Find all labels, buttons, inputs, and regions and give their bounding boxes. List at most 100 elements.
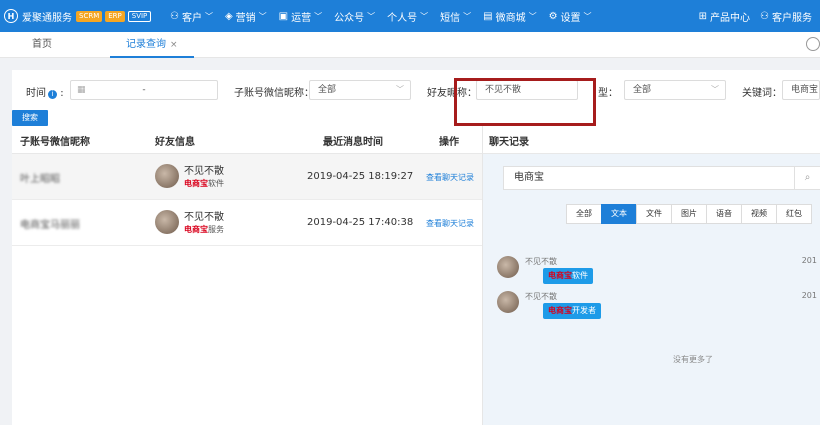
nav-customer-service[interactable]: ⚇ 客户服务 [760, 9, 812, 24]
nav-marketing[interactable]: ◈ 营销 ﹀ [225, 9, 267, 24]
logo-icon: H [4, 9, 18, 23]
tab-video[interactable]: 视频 [741, 204, 777, 224]
account-select[interactable]: 全部 ﹀ [309, 80, 411, 100]
nav-official-account[interactable]: 公众号 ﹀ [334, 9, 375, 24]
chevron-down-icon: ﹀ [396, 85, 404, 94]
select-value: 全部 [633, 85, 652, 95]
tab-file[interactable]: 文件 [636, 204, 672, 224]
main-panel: 时间 i : ▦ - 子账号微信昵称： 全部 ﹀ 好友昵称： 不见不散 型： 全部 ﹀ … [12, 70, 820, 425]
view-chat-link[interactable]: 查看聊天记录 [426, 172, 474, 183]
message-sender: 不见不散 [525, 257, 557, 266]
col-friend-info: 好友信息 [155, 137, 195, 148]
nav-micro-mall[interactable]: ▤ 微商城 ﹀ [483, 9, 536, 24]
nav-label: 运营 [291, 12, 312, 24]
tab-voice[interactable]: 语音 [706, 204, 742, 224]
tab-text[interactable]: 文本 [601, 204, 637, 224]
avatar [155, 164, 179, 188]
message-rest: 开发者 [572, 306, 596, 315]
main-nav: ⚇ 客户 ﹀ ◈ 营销 ﹀ ▣ 运营 ﹀ 公众号 ﹀ 个人号 ﹀ 短信 ﹀ ▤ 微商城 ﹀ ⚙ 设置 ﹀ [170, 9, 604, 24]
friend-name: 不见不散 [184, 166, 224, 177]
chat-title: 聊天记录 [489, 137, 529, 148]
chat-record-panel: 聊天记录 电商宝 ⌕ 全部 文本 文件 图片 语音 视频 红包 不见不散 电商宝… [482, 126, 820, 425]
table-row[interactable]: 叶上昭昭 不见不散 电商宝软件 2019-04-25 18:19:27 查看聊天… [12, 154, 482, 200]
col-action: 操作 [439, 137, 459, 148]
nav-label: 公众号 [334, 12, 365, 24]
friend-remark: 电商宝软件 [184, 178, 224, 189]
svip-badge: SVIP [127, 10, 152, 22]
search-button[interactable]: 搜索 [12, 110, 48, 126]
nav-customer[interactable]: ⚇ 客户 ﹀ [170, 9, 213, 24]
avatar [497, 256, 519, 278]
monitor-icon: ▣ [278, 10, 289, 22]
top-right-nav: ⊞ 产品中心 ⚇ 客户服务 [689, 0, 812, 32]
nav-label: 设置 [560, 12, 581, 24]
tab-record-query[interactable]: 记录查询 × [110, 32, 194, 58]
refresh-icon[interactable] [806, 37, 820, 51]
col-latest-time: 最近消息时间 [323, 137, 383, 148]
keyword-input[interactable]: 电商宝 [782, 80, 820, 100]
type-filter-label: 型： [598, 88, 618, 99]
chevron-down-icon: ﹀ [583, 11, 592, 21]
time-filter-label: 时间 i : [26, 84, 64, 99]
nav-personal-account[interactable]: 个人号 ﹀ [387, 9, 428, 24]
brand-logo[interactable]: H 爱聚通服务 SCRM ERP SVIP [0, 9, 170, 24]
table-row[interactable]: 电商宝马丽丽 不见不散 电商宝服务 2019-04-25 17:40:38 查看… [12, 200, 482, 246]
brand-name: 爱聚通服务 [22, 12, 72, 24]
friend-remark: 电商宝服务 [184, 224, 224, 235]
chevron-down-icon: ﹀ [711, 85, 719, 94]
info-icon[interactable]: i [48, 90, 57, 99]
chat-message: 不见不散 电商宝软件 201 [497, 256, 817, 290]
message-rest: 软件 [572, 271, 588, 280]
date-separator: - [142, 85, 146, 95]
chevron-down-icon: ﹀ [528, 11, 537, 21]
nav-settings[interactable]: ⚙ 设置 ﹀ [549, 9, 592, 24]
chevron-down-icon: ﹀ [463, 11, 472, 21]
page-tabs: 首页 记录查询 × [0, 32, 820, 58]
grid-icon: ⊞ [698, 10, 708, 22]
message-time: 201 [801, 256, 817, 265]
chat-search-input[interactable]: 电商宝 ⌕ [503, 166, 820, 190]
close-icon[interactable]: × [170, 40, 178, 50]
nav-operation[interactable]: ▣ 运营 ﹀ [279, 9, 322, 24]
nav-label: 客户 [181, 12, 202, 24]
nav-sms[interactable]: 短信 ﹀ [440, 9, 471, 24]
message-time: 201 [801, 291, 817, 300]
label-text: 时间 [26, 88, 46, 99]
chat-message: 不见不散 电商宝开发者 201 [497, 291, 817, 325]
keyword-filter-label: 关键词： [742, 88, 782, 99]
nav-product-center[interactable]: ⊞ 产品中心 [699, 9, 750, 24]
tab-all[interactable]: 全部 [566, 204, 602, 224]
tab-home[interactable]: 首页 [32, 32, 52, 58]
date-range-picker[interactable]: ▦ - [70, 80, 218, 100]
erp-badge: ERP [105, 10, 125, 22]
nav-label: 客户服务 [772, 12, 812, 24]
account-filter-label: 子账号微信昵称： [234, 88, 314, 99]
tab-red-packet[interactable]: 红包 [776, 204, 812, 224]
table-header: 子账号微信昵称 好友信息 最近消息时间 操作 [12, 126, 482, 154]
tab-image[interactable]: 图片 [671, 204, 707, 224]
remark-highlight: 电商宝 [184, 179, 208, 188]
avatar [497, 291, 519, 313]
nav-label: 短信 [440, 12, 461, 24]
chevron-down-icon: ﹀ [314, 11, 323, 21]
remark-highlight: 电商宝 [184, 225, 208, 234]
message-bubble: 电商宝开发者 [543, 303, 601, 319]
shop-icon: ▤ [483, 10, 493, 22]
account-nickname: 叶上昭昭 [20, 174, 60, 185]
no-more-text: 没有更多了 [673, 355, 713, 364]
calendar-icon: ▦ [77, 85, 86, 95]
message-highlight: 电商宝 [548, 306, 572, 315]
latest-message-time: 2019-04-25 17:40:38 [307, 217, 414, 228]
latest-message-time: 2019-04-25 18:19:27 [307, 171, 414, 182]
user-icon: ⚇ [760, 10, 769, 22]
search-icon[interactable]: ⌕ [794, 167, 820, 189]
user-icon: ⚇ [170, 10, 179, 22]
col-account: 子账号微信昵称 [20, 137, 90, 148]
chat-search-value: 电商宝 [514, 172, 544, 183]
nav-label: 微商城 [495, 12, 526, 24]
cube-icon: ◈ [224, 10, 233, 22]
annotation-highlight-box [454, 78, 596, 126]
type-select[interactable]: 全部 ﹀ [624, 80, 726, 100]
view-chat-link[interactable]: 查看聊天记录 [426, 218, 474, 229]
gear-icon: ⚙ [548, 10, 558, 22]
